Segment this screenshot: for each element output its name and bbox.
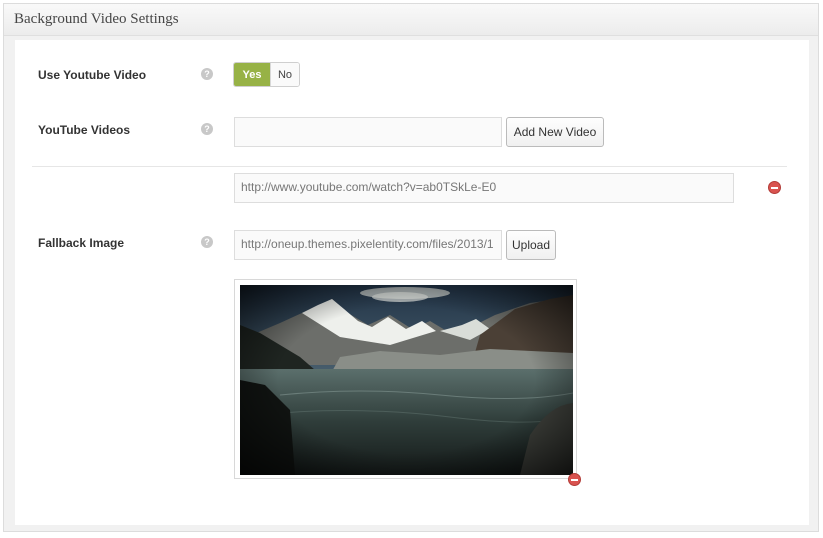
youtube-videos-label: YouTube Videos	[38, 123, 131, 137]
fallback-image-label: Fallback Image	[38, 236, 125, 250]
question-circle-icon[interactable]: ?	[201, 68, 213, 80]
toggle-no-button[interactable]: No	[270, 63, 299, 86]
section-divider	[32, 166, 787, 167]
panel-header: Background Video Settings	[4, 4, 818, 36]
upload-button[interactable]: Upload	[506, 230, 556, 260]
question-circle-icon[interactable]: ?	[201, 236, 213, 248]
mountain-lake-image	[240, 285, 573, 475]
panel-title: Background Video Settings	[14, 11, 179, 27]
question-circle-icon[interactable]: ?	[201, 123, 213, 135]
new-video-url-input[interactable]	[234, 117, 502, 147]
add-new-video-button[interactable]: Add New Video	[506, 117, 604, 147]
use-youtube-label: Use Youtube Video	[38, 68, 147, 82]
video-url-field[interactable]: http://www.youtube.com/watch?v=ab0TSkLe-…	[234, 173, 734, 203]
fallback-image-url-input[interactable]: http://oneup.themes.pixelentity.com/file…	[234, 230, 502, 260]
use-youtube-toggle: Yes No	[233, 62, 300, 87]
fallback-image-preview	[234, 279, 577, 479]
minus-circle-icon[interactable]	[568, 473, 581, 486]
toggle-yes-button[interactable]: Yes	[234, 63, 270, 86]
minus-circle-icon[interactable]	[768, 181, 781, 194]
